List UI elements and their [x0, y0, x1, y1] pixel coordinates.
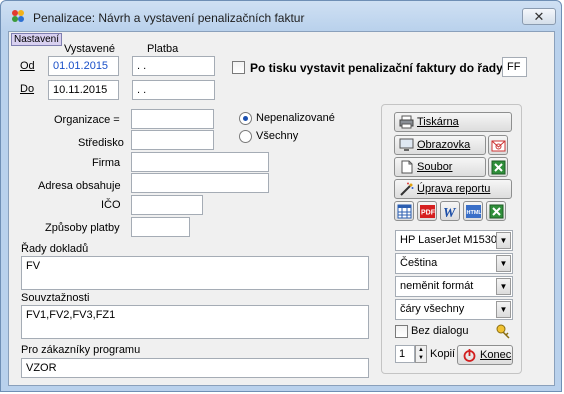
payment-methods-field[interactable]: [131, 217, 190, 237]
unpenalized-label: Nepenalizované: [256, 112, 335, 124]
related-label: Souvztažnosti: [21, 292, 90, 304]
ico-field[interactable]: [131, 195, 203, 215]
monitor-icon: [399, 138, 414, 151]
table-export-button[interactable]: [394, 201, 414, 221]
html-icon: HTML: [466, 205, 481, 218]
excel-icon: [491, 160, 506, 175]
all-label: Všechny: [256, 130, 299, 142]
from-label: Od: [20, 60, 35, 72]
to-issued-date-field[interactable]: 10.11.2015: [48, 80, 119, 100]
payment-methods-label: Způsoby platby: [45, 222, 120, 234]
excel-icon: [489, 204, 504, 219]
spin-down-icon[interactable]: ▼: [416, 354, 426, 362]
screen-button[interactable]: Obrazovka: [394, 135, 486, 155]
document-series-field[interactable]: FV: [21, 256, 369, 290]
document-icon: [401, 160, 413, 174]
excel-export-button-2[interactable]: [486, 201, 506, 221]
end-button-label: Konec: [480, 349, 512, 361]
chevron-down-icon[interactable]: ▼: [496, 232, 511, 249]
end-button[interactable]: Konec: [457, 345, 513, 365]
key-help-icon[interactable]: [495, 323, 511, 339]
company-field[interactable]: [131, 152, 269, 172]
ico-label: IČO: [101, 199, 121, 211]
svg-text:W: W: [443, 206, 457, 219]
file-button[interactable]: Soubor: [394, 157, 486, 177]
lines-select-value: čáry všechny: [400, 303, 465, 315]
address-field[interactable]: [131, 173, 269, 193]
print-series-label: Po tisku vystavit penalizační faktury do…: [250, 61, 503, 75]
issued-column-header: Vystavené: [64, 43, 115, 55]
power-icon: [463, 349, 476, 362]
pdf-export-button[interactable]: PDF: [417, 201, 437, 221]
magic-wand-icon: [400, 182, 414, 196]
edit-report-button-label: Úprava reportu: [417, 183, 491, 195]
payment-column-header: Platba: [147, 43, 179, 55]
customers-field[interactable]: VZOR: [21, 358, 369, 378]
to-label: Do: [20, 83, 35, 95]
dialog-body: Nastavení Vystavené Platba Od 01.01.2015…: [8, 31, 555, 386]
all-radio[interactable]: [239, 130, 252, 143]
email-icon: [491, 140, 506, 152]
word-icon: W: [443, 206, 457, 219]
copies-label: Kopií: [430, 348, 456, 360]
organization-field[interactable]: [131, 109, 214, 129]
copies-spinner[interactable]: ▲ ▼: [415, 345, 427, 363]
related-field[interactable]: FV1,FV2,FV3,FZ1: [21, 305, 369, 339]
chevron-down-icon[interactable]: ▼: [496, 255, 511, 272]
unpenalized-radio[interactable]: [239, 112, 252, 125]
printer-select-value: HP LaserJet M1530: [400, 234, 498, 246]
close-button[interactable]: ✕: [522, 8, 556, 25]
center-field[interactable]: [131, 130, 214, 150]
dialog-window: Penalizace: Návrh a vystavení penalizačn…: [0, 0, 562, 392]
app-flower-icon: [12, 10, 24, 22]
settings-tag[interactable]: Nastavení: [11, 33, 63, 46]
copies-field[interactable]: 1: [395, 345, 415, 363]
address-label: Adresa obsahuje: [38, 180, 121, 192]
format-select[interactable]: neměnit formát ▼: [395, 276, 513, 297]
language-select[interactable]: Čeština ▼: [395, 253, 513, 274]
email-button[interactable]: [488, 135, 508, 155]
pdf-icon: PDF: [420, 205, 435, 218]
window-title: Penalizace: Návrh a vystavení penalizačn…: [33, 11, 305, 25]
customers-label: Pro zákazníky programu: [21, 344, 141, 356]
edit-report-button[interactable]: Úprava reportu: [394, 179, 512, 199]
company-label: Firma: [92, 157, 121, 169]
table-icon: [397, 204, 412, 219]
from-issued-date-field[interactable]: 01.01.2015: [48, 56, 119, 76]
screen-button-label: Obrazovka: [417, 139, 471, 151]
print-series-checkbox[interactable]: [232, 61, 245, 74]
print-series-field[interactable]: FF: [502, 57, 527, 77]
html-export-button[interactable]: HTML: [463, 201, 483, 221]
chevron-down-icon[interactable]: ▼: [496, 278, 511, 295]
no-dialog-checkbox[interactable]: [395, 325, 408, 338]
chevron-down-icon[interactable]: ▼: [496, 301, 511, 318]
printer-icon: [399, 115, 414, 129]
printer-button-label: Tiskárna: [417, 116, 459, 128]
printer-button[interactable]: Tiskárna: [394, 112, 512, 132]
format-select-value: neměnit formát: [400, 280, 474, 292]
language-select-value: Čeština: [400, 257, 438, 269]
from-payment-date-field[interactable]: . .: [132, 56, 215, 76]
word-export-button[interactable]: W: [440, 201, 460, 221]
excel-export-button[interactable]: [488, 157, 508, 177]
svg-text:HTML: HTML: [467, 210, 482, 216]
document-series-label: Řady dokladů: [21, 243, 89, 255]
center-label: Středisko: [78, 137, 124, 149]
file-button-label: Soubor: [417, 161, 453, 173]
lines-select[interactable]: čáry všechny ▼: [395, 299, 513, 320]
organization-label: Organizace =: [54, 114, 120, 126]
title-bar[interactable]: Penalizace: Návrh a vystavení penalizačn…: [1, 1, 561, 31]
printer-select[interactable]: HP LaserJet M1530 ▼: [395, 230, 513, 251]
to-payment-date-field[interactable]: . .: [132, 80, 215, 100]
spin-up-icon[interactable]: ▲: [416, 346, 426, 354]
svg-text:PDF: PDF: [421, 210, 435, 217]
no-dialog-label: Bez dialogu: [411, 325, 469, 337]
